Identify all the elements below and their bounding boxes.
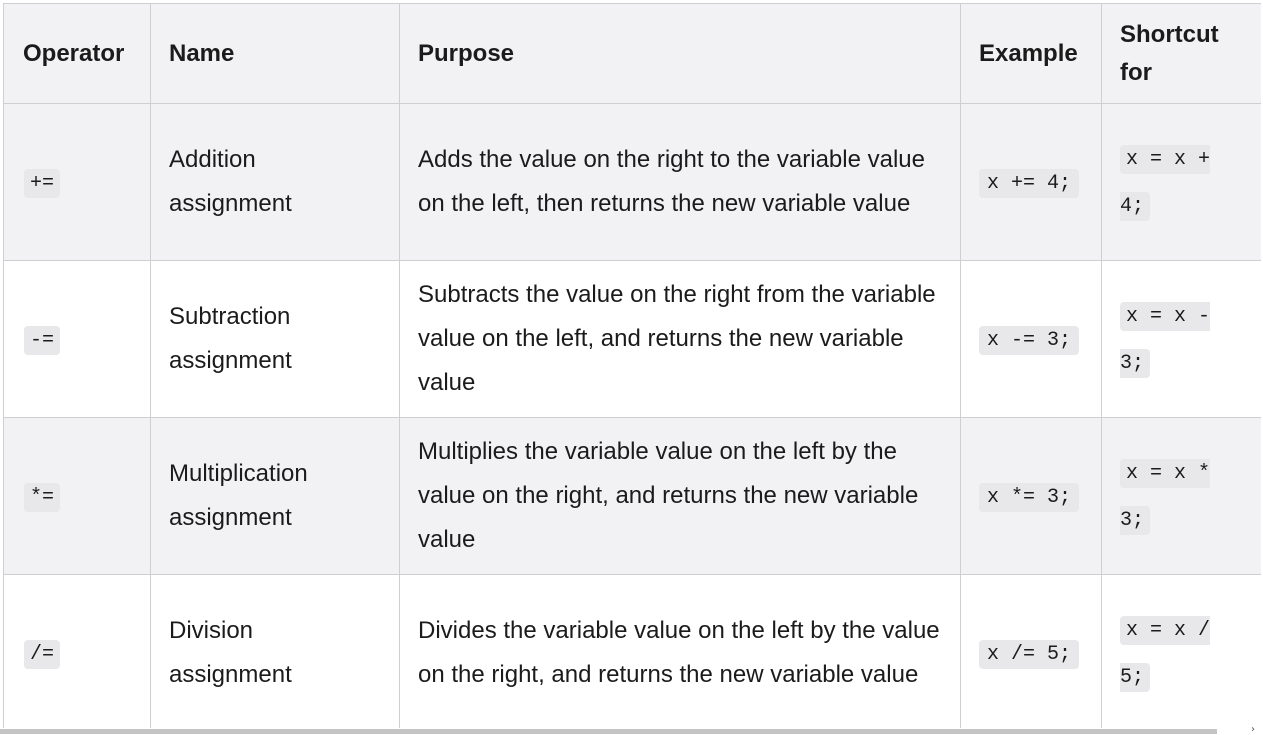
name-cell: Multiplication assignment	[150, 417, 400, 575]
operator-code: -=	[24, 325, 61, 355]
shortcut-cell: x = x * 3;	[1101, 417, 1261, 575]
scrollbar-thumb[interactable]	[0, 729, 1217, 734]
example-code: x /= 5;	[979, 639, 1080, 669]
operators-table-container: Operator Name Purpose Example Shortcut f…	[3, 3, 1261, 728]
table-row: += Addition assignment Adds the value on…	[3, 103, 1261, 261]
header-purpose: Purpose	[399, 3, 961, 104]
shortcut-cell: x = x - 3;	[1101, 260, 1261, 418]
chevron-right-icon[interactable]: ›	[1251, 724, 1255, 735]
example-cell: x /= 5;	[960, 574, 1102, 728]
horizontal-scrollbar[interactable]: ›	[0, 724, 1263, 735]
table-row: *= Multiplication assignment Multiplies …	[3, 417, 1261, 575]
example-cell: x -= 3;	[960, 260, 1102, 418]
header-example: Example	[960, 3, 1102, 104]
shortcut-code: x = x - 3;	[1120, 302, 1211, 378]
operator-cell: /=	[3, 574, 151, 728]
header-name: Name	[150, 3, 400, 104]
shortcut-code: x = x * 3;	[1120, 459, 1211, 535]
example-cell: x *= 3;	[960, 417, 1102, 575]
name-cell: Division assignment	[150, 574, 400, 728]
operator-code: *=	[24, 482, 61, 512]
purpose-cell: Multiplies the variable value on the lef…	[399, 417, 961, 575]
shortcut-code: x = x + 4;	[1120, 145, 1211, 221]
table-header-row: Operator Name Purpose Example Shortcut f…	[3, 3, 1261, 104]
purpose-cell: Divides the variable value on the left b…	[399, 574, 961, 728]
operator-cell: +=	[3, 103, 151, 261]
operator-code: +=	[24, 168, 61, 198]
name-cell: Addition assignment	[150, 103, 400, 261]
shortcut-code: x = x / 5;	[1120, 616, 1211, 692]
example-code: x -= 3;	[979, 325, 1080, 355]
table-row: /= Division assignment Divides the varia…	[3, 574, 1261, 728]
header-operator: Operator	[3, 3, 151, 104]
example-cell: x += 4;	[960, 103, 1102, 261]
shortcut-cell: x = x / 5;	[1101, 574, 1261, 728]
purpose-cell: Subtracts the value on the right from th…	[399, 260, 961, 418]
purpose-cell: Adds the value on the right to the varia…	[399, 103, 961, 261]
header-shortcut: Shortcut for	[1101, 3, 1261, 104]
shortcut-cell: x = x + 4;	[1101, 103, 1261, 261]
operator-cell: *=	[3, 417, 151, 575]
operator-code: /=	[24, 639, 61, 669]
operator-cell: -=	[3, 260, 151, 418]
assignment-operators-table: Operator Name Purpose Example Shortcut f…	[3, 3, 1261, 728]
name-cell: Subtraction assignment	[150, 260, 400, 418]
example-code: x *= 3;	[979, 482, 1080, 512]
example-code: x += 4;	[979, 168, 1080, 198]
table-row: -= Subtraction assignment Subtracts the …	[3, 260, 1261, 418]
